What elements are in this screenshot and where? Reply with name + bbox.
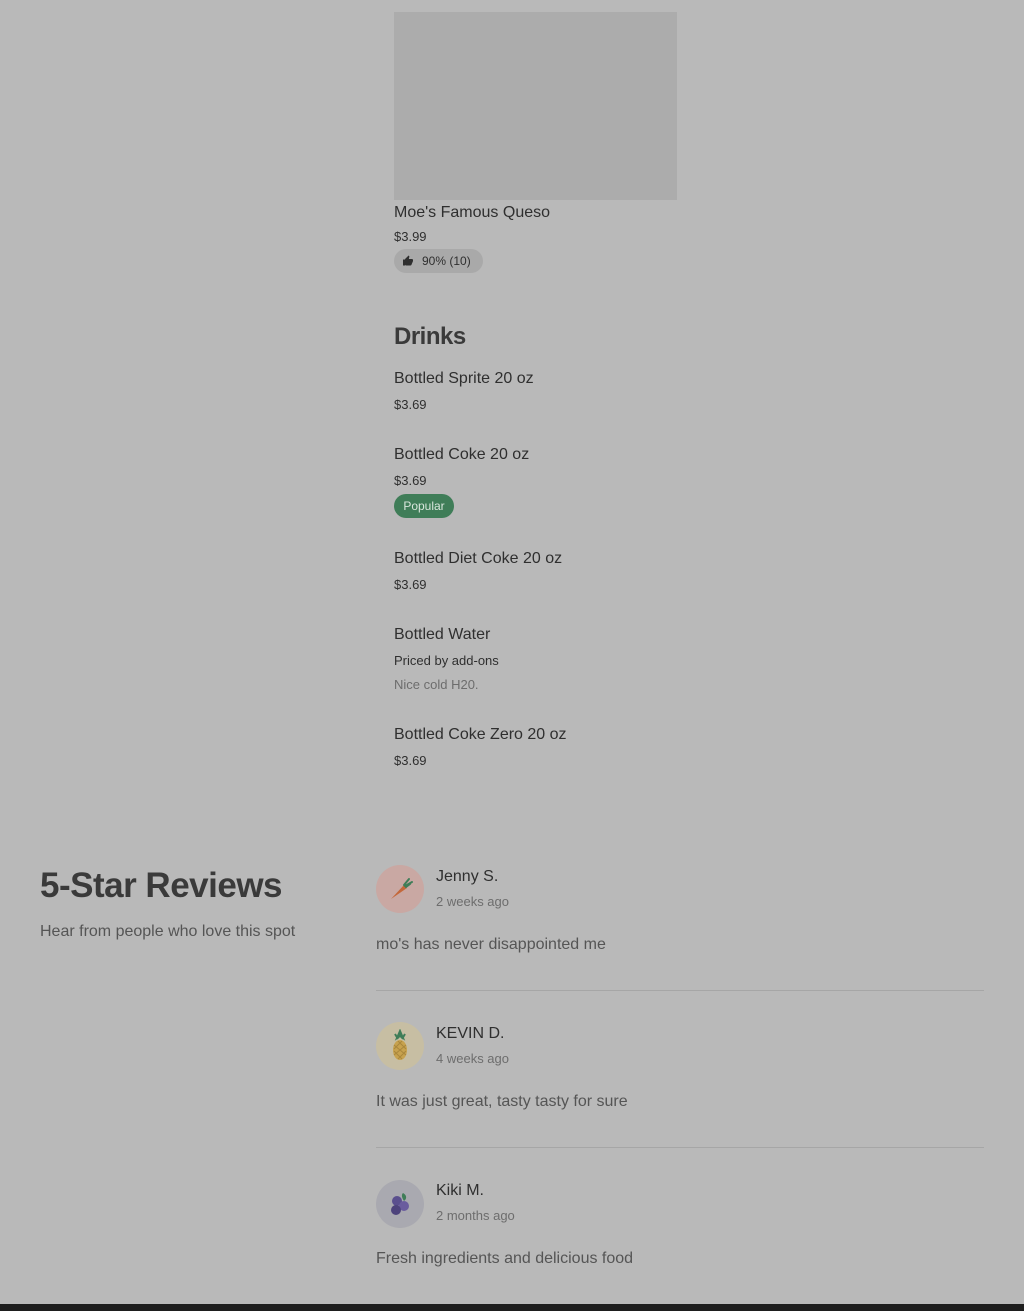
avatar [376, 1022, 424, 1070]
menu-item-title[interactable]: Bottled Water [394, 626, 490, 644]
thumbs-up-icon [403, 255, 413, 266]
rating-text: 90% (10) [422, 254, 471, 268]
avatar [376, 1180, 424, 1228]
bottom-bar [0, 1304, 1024, 1311]
reviewer-name: Kiki M. [436, 1182, 484, 1199]
review-date: 2 weeks ago [436, 894, 509, 909]
menu-item-image[interactable] [394, 12, 677, 200]
blueberry-icon [391, 1193, 409, 1215]
review-text: Fresh ingredients and delicious food [376, 1250, 634, 1267]
popular-badge: Popular [394, 494, 454, 518]
menu-item-price: $3.69 [394, 753, 427, 768]
rating-badge: 90% (10) [394, 249, 483, 273]
reviews-title: 5-Star Reviews [40, 866, 283, 905]
menu-item-price: $3.99 [394, 229, 427, 244]
pineapple-icon [393, 1029, 407, 1060]
menu-item-title[interactable]: Bottled Diet Coke 20 oz [394, 550, 562, 568]
menu-item-title[interactable]: Bottled Coke Zero 20 oz [394, 726, 567, 744]
carrot-icon [391, 878, 413, 899]
menu-item-price: $3.69 [394, 473, 427, 488]
menu-item-price: Priced by add-ons [394, 653, 499, 668]
menu-item-title[interactable]: Moe's Famous Queso [394, 204, 550, 222]
avatar [376, 865, 424, 913]
review-text: It was just great, tasty tasty for sure [376, 1093, 628, 1110]
reviewer-name: Jenny S. [436, 868, 499, 885]
review-divider [376, 990, 984, 991]
reviewer-name: KEVIN D. [436, 1025, 505, 1042]
menu-item-title[interactable]: Bottled Coke 20 oz [394, 446, 529, 464]
section-heading-drinks: Drinks [394, 323, 466, 350]
review-text: mo's has never disappointed me [376, 936, 606, 953]
review-divider [376, 1147, 984, 1148]
menu-item-price: $3.69 [394, 577, 427, 592]
reviews-subtitle: Hear from people who love this spot [40, 923, 296, 940]
review-date: 2 months ago [436, 1208, 515, 1223]
menu-item-description: Nice cold H20. [394, 677, 479, 692]
menu-item-price: $3.69 [394, 397, 427, 412]
menu-item-title[interactable]: Bottled Sprite 20 oz [394, 370, 534, 388]
review-date: 4 weeks ago [436, 1051, 509, 1066]
